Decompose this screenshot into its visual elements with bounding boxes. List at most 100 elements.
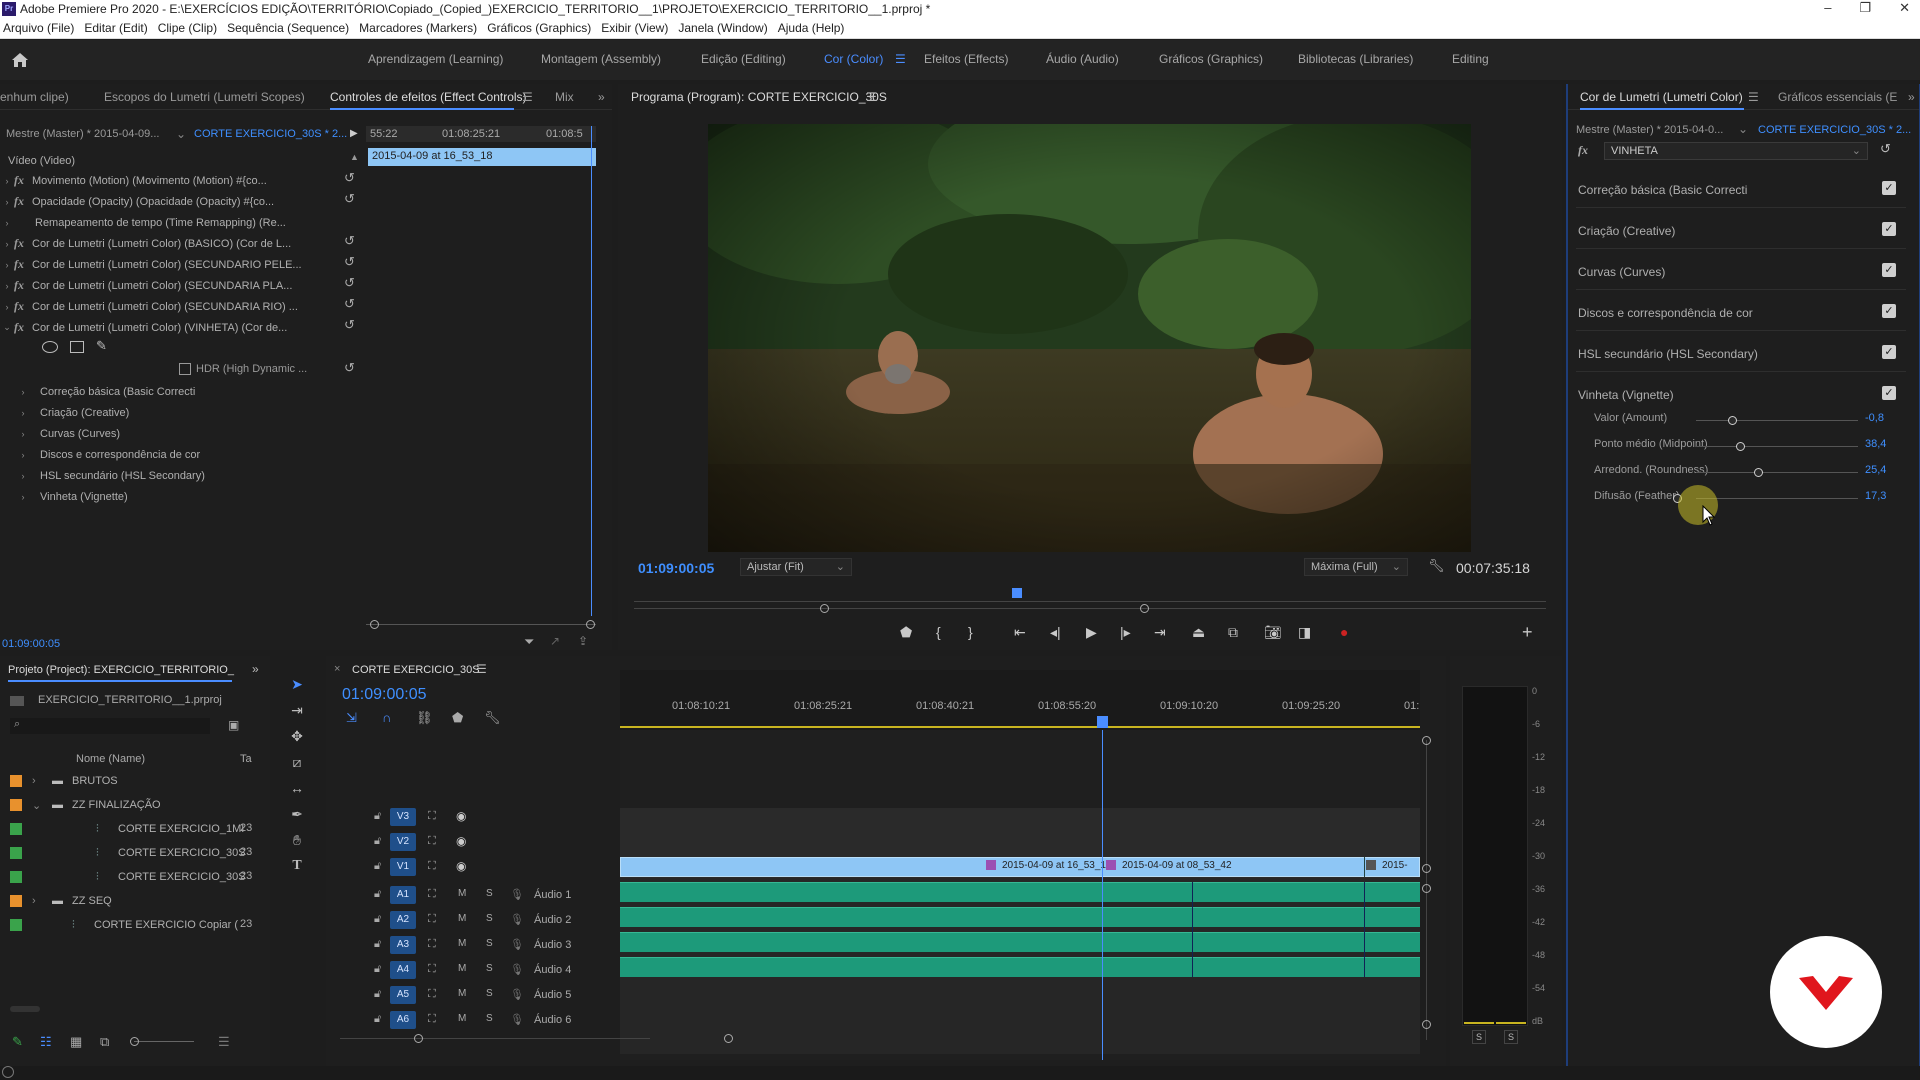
effect-row-lumetri-vinheta[interactable]: ⌄ fx Cor de Lumetri (Lumetri Color) (VINHE… <box>0 317 287 338</box>
expand-icon[interactable]: › <box>32 895 52 907</box>
fx-badge-icon[interactable]: fx <box>1578 143 1588 158</box>
audio-clip-a3[interactable] <box>620 932 1420 952</box>
more-tabs-icon[interactable]: » <box>252 662 259 676</box>
timeline-timecode[interactable]: 01:09:00:05 <box>342 686 427 704</box>
mute-button[interactable]: M <box>458 1013 466 1024</box>
lumetri-master-label[interactable]: Mestre (Master) * 2015-04-0... <box>1576 124 1723 136</box>
lumetri-section-color-wheels[interactable]: Discos e correspondência de cor <box>1578 306 1753 320</box>
expand-icon[interactable]: › <box>0 281 14 291</box>
eye-visibility-icon[interactable]: ◉ <box>456 809 466 823</box>
section-enable-checkbox[interactable]: ✓ <box>1882 386 1896 400</box>
fx-badge-icon[interactable]: fx <box>14 320 24 335</box>
nest-toggle-icon[interactable]: ⇲ <box>346 710 357 726</box>
chevron-down-icon[interactable]: ⌄ <box>1738 122 1748 136</box>
track-target-v2[interactable]: V2 <box>390 833 416 851</box>
project-item-bin[interactable]: ⌄ ▬ ZZ FINALIZAÇÃO <box>10 794 161 816</box>
expand-icon[interactable]: › <box>16 471 30 481</box>
tab-lumetri-scopes[interactable]: Escopos do Lumetri (Lumetri Scopes) <box>104 90 305 104</box>
solo-button[interactable]: S <box>486 913 493 924</box>
workspace-menu-icon[interactable]: ☰ <box>895 52 906 66</box>
reset-icon[interactable]: ↺ <box>344 360 355 376</box>
expand-icon[interactable]: › <box>0 239 14 249</box>
microphone-icon[interactable]: 🎙︎ <box>510 938 524 951</box>
sync-lock-icon[interactable]: ⛶ <box>428 810 436 823</box>
panel-menu-icon[interactable]: ☰ <box>1748 90 1759 104</box>
vignette-slider-track[interactable] <box>1696 420 1858 421</box>
effect-clip-bar[interactable]: 2015-04-09 at 16_53_18 <box>368 148 596 166</box>
eye-visibility-icon[interactable]: ◉ <box>456 834 466 848</box>
project-item-sequence[interactable]: ⫶ CORTE EXERCICIO_1MI <box>10 818 244 840</box>
effect-row-time-remap[interactable]: › Remapeamento de tempo (Time Remapping) … <box>0 212 286 233</box>
sequence-clip-label[interactable]: CORTE EXERCICIO_30S * 2... <box>194 128 347 140</box>
track-target-a2[interactable]: A2 <box>390 911 416 929</box>
program-time-ruler[interactable] <box>634 584 1546 602</box>
minimize-button[interactable]: – <box>1824 0 1831 16</box>
project-title[interactable]: Projeto (Project): EXERCICIO_TERRITORIO_ <box>8 664 234 676</box>
video-clip[interactable]: 2015-04-09 at 08_53_42 <box>1106 860 1232 871</box>
sync-lock-icon[interactable]: ⛶ <box>428 888 436 901</box>
workspace-tab-assembly[interactable]: Montagem (Assembly) <box>541 52 661 66</box>
subsection-color-wheels[interactable]: › Discos e correspondência de cor <box>16 444 201 465</box>
fx-badge-icon[interactable]: fx <box>14 278 24 293</box>
eye-visibility-icon[interactable]: ◉ <box>456 859 466 873</box>
mark-in-icon[interactable]: { <box>936 624 941 640</box>
ellipse-mask-icon[interactable] <box>42 341 58 353</box>
tab-lumetri-color[interactable]: Cor de Lumetri (Lumetri Color) <box>1580 90 1743 104</box>
add-marker-icon[interactable]: ⬟ <box>452 710 463 726</box>
mute-button[interactable]: M <box>458 963 466 974</box>
panel-menu-icon[interactable]: ☰ <box>866 90 877 104</box>
clip-edit-point[interactable] <box>1364 882 1365 977</box>
label-color-swatch[interactable] <box>10 847 22 859</box>
ripple-edit-tool-icon[interactable]: ✥ <box>288 728 306 745</box>
video-clip[interactable]: 2015- <box>1366 860 1408 871</box>
label-color-swatch[interactable] <box>10 919 22 931</box>
effect-row-opacity[interactable]: › fx Opacidade (Opacity) (Opacidade (Opaci… <box>0 191 275 212</box>
program-playhead[interactable] <box>1012 588 1022 598</box>
subsection-vignette[interactable]: › Vinheta (Vignette) <box>16 486 128 507</box>
fx-badge-icon[interactable]: fx <box>14 173 24 188</box>
track-target-a6[interactable]: A6 <box>390 1011 416 1029</box>
maximize-button[interactable]: ❐ <box>1859 0 1871 16</box>
microphone-icon[interactable]: 🎙︎ <box>510 1013 524 1026</box>
vignette-slider-value[interactable]: -0,8 <box>1865 412 1884 424</box>
column-rate-header[interactable]: Ta <box>240 753 252 765</box>
freeform-view-icon[interactable]: ⧉ <box>100 1034 109 1050</box>
track-target-v3[interactable]: V3 <box>390 808 416 826</box>
track-target-a5[interactable]: A5 <box>390 986 416 1004</box>
menu-help[interactable]: Ajuda (Help) <box>775 21 852 35</box>
scroll-handle[interactable] <box>1422 736 1431 745</box>
workspace-tab-color[interactable]: Cor (Color) <box>824 52 883 66</box>
panel-menu-icon[interactable]: ☰ <box>476 662 487 676</box>
play-icon[interactable]: ▶ <box>1086 624 1097 641</box>
sequence-tab[interactable]: CORTE EXERCICIO_30S <box>352 664 480 676</box>
lock-icon[interactable]: 🔓︎ <box>374 1013 381 1026</box>
scroll-handle[interactable] <box>1422 1020 1431 1029</box>
microphone-icon[interactable]: 🎙︎ <box>510 963 524 976</box>
razor-tool-icon[interactable]: ⧄ <box>288 754 306 771</box>
scroll-handle[interactable] <box>1422 864 1431 873</box>
go-to-out-icon[interactable]: ⇥ <box>1154 624 1166 641</box>
project-item-bin[interactable]: › ▬ ZZ SEQ <box>10 890 112 912</box>
tab-source[interactable]: enhum clipe) <box>0 90 69 104</box>
subsection-hsl-secondary[interactable]: › HSL secundário (HSL Secondary) <box>16 465 205 486</box>
master-clip-label[interactable]: Mestre (Master) * 2015-04-09... <box>6 128 159 140</box>
section-enable-checkbox[interactable]: ✓ <box>1882 345 1896 359</box>
record-icon[interactable]: ● <box>1340 624 1348 640</box>
lumetri-section-curves[interactable]: Curvas (Curves) <box>1578 265 1665 279</box>
mute-button[interactable]: M <box>458 988 466 999</box>
mute-button[interactable]: M <box>458 888 466 899</box>
reset-icon[interactable]: ↺ <box>344 317 355 333</box>
clip-edit-point[interactable] <box>1364 857 1365 877</box>
audio-clip-a2[interactable] <box>620 907 1420 927</box>
close-button[interactable]: ✕ <box>1899 0 1910 16</box>
more-tabs-icon[interactable]: » <box>598 90 605 104</box>
zoom-scroll-handle[interactable] <box>370 620 379 629</box>
lock-icon[interactable]: 🔓︎ <box>374 860 381 873</box>
sync-lock-icon[interactable]: ⛶ <box>428 988 436 1001</box>
pen-tool-icon[interactable]: ✒ <box>288 806 306 823</box>
effect-controls-playhead[interactable] <box>591 126 592 616</box>
expand-icon[interactable]: › <box>16 408 30 418</box>
linked-selection-icon[interactable]: ⛓︎ <box>416 710 433 726</box>
reset-icon[interactable]: ↺ <box>344 170 355 186</box>
collapse-icon[interactable]: ⌄ <box>0 322 14 333</box>
